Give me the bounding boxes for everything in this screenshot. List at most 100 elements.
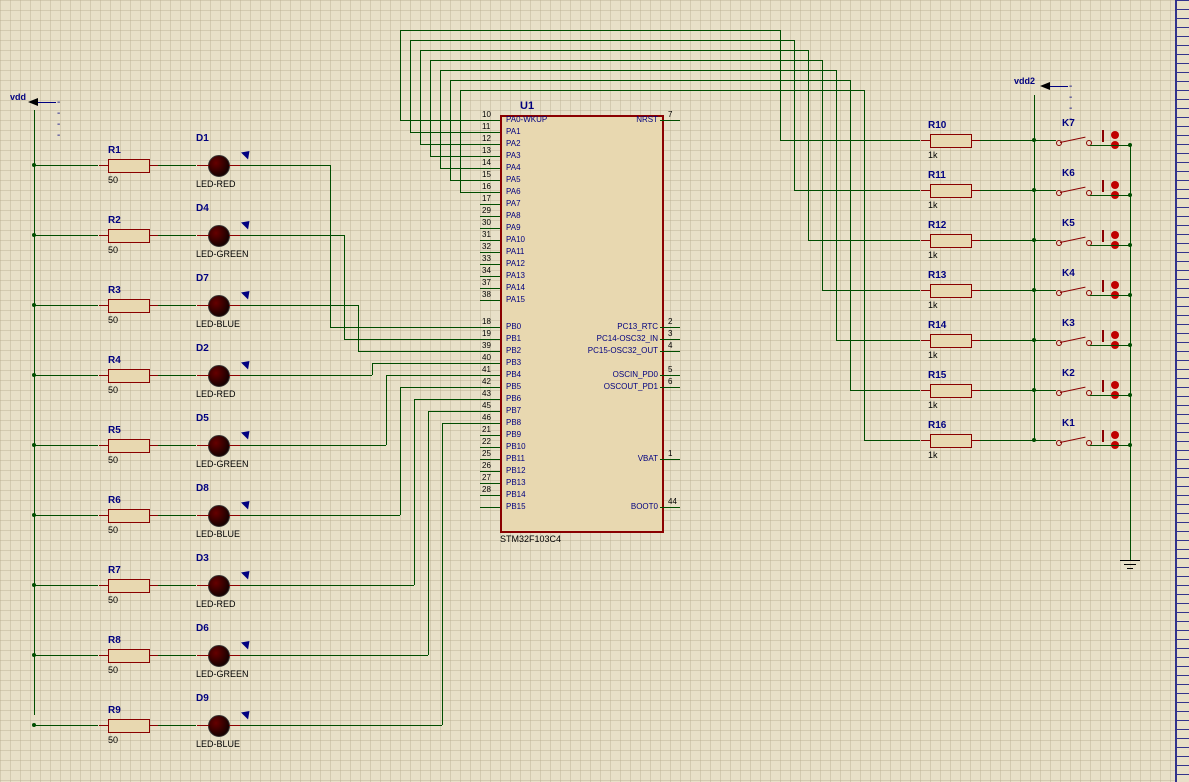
resistor[interactable]: [108, 369, 150, 383]
led[interactable]: [208, 575, 230, 597]
wire: [158, 585, 196, 586]
wire: [330, 327, 480, 328]
wire: [158, 165, 196, 166]
resistor[interactable]: [108, 229, 150, 243]
wire: [480, 144, 500, 145]
pin-name: PA12: [506, 259, 525, 268]
resistor[interactable]: [108, 579, 150, 593]
wire: [420, 50, 421, 144]
wire: [414, 399, 480, 400]
switch[interactable]: [1060, 234, 1090, 236]
wire: [480, 288, 500, 289]
resistor[interactable]: [930, 134, 972, 148]
resistor[interactable]: [108, 159, 150, 173]
wire: [330, 165, 331, 327]
resistor[interactable]: [930, 234, 972, 248]
pin-num: 43: [482, 389, 491, 398]
resistor[interactable]: [108, 439, 150, 453]
pin-num: 5: [668, 365, 672, 374]
switch-ref: K1: [1062, 418, 1075, 429]
wire: [1090, 195, 1130, 196]
wire: [480, 339, 500, 340]
wire: [158, 445, 196, 446]
vdd-right-label: vdd2: [1014, 76, 1035, 86]
schematic-canvas[interactable]: U1 STM32F103C4 // will be populated by m…: [0, 0, 1189, 782]
wire: [1034, 95, 1035, 440]
switch[interactable]: [1060, 434, 1090, 436]
pin-name: PA1: [506, 127, 521, 136]
wire: [280, 165, 330, 166]
junction: [1128, 243, 1132, 247]
pin-num: 11: [482, 122, 490, 131]
ruler-vertical: [1175, 0, 1189, 782]
wire: [480, 399, 500, 400]
wire: [372, 363, 480, 364]
led-ref: D1: [196, 133, 209, 144]
pin-num: 12: [482, 134, 491, 143]
led[interactable]: [208, 435, 230, 457]
wire: [480, 327, 500, 328]
led[interactable]: [208, 715, 230, 737]
resistor-value: 50: [108, 385, 118, 395]
led[interactable]: [208, 225, 230, 247]
led[interactable]: [208, 505, 230, 527]
probe-vdd-left[interactable]: - - - -: [28, 98, 38, 106]
pin-name: PB5: [506, 382, 521, 391]
resistor[interactable]: [930, 284, 972, 298]
wire: [480, 423, 500, 424]
resistor[interactable]: [108, 509, 150, 523]
pin-num: 39: [482, 341, 491, 350]
wire: [794, 40, 795, 190]
led[interactable]: [208, 295, 230, 317]
switch[interactable]: [1060, 284, 1090, 286]
resistor-ref: R9: [108, 705, 121, 716]
probe-vdd-right[interactable]: - - - -: [1040, 82, 1050, 90]
wire: [480, 120, 500, 121]
ic-ref: U1: [520, 100, 534, 112]
pin-num: 15: [482, 170, 491, 179]
wire: [980, 190, 1056, 191]
led[interactable]: [208, 365, 230, 387]
wire: [34, 165, 98, 166]
wire: [480, 204, 500, 205]
junction: [1128, 443, 1132, 447]
resistor[interactable]: [930, 384, 972, 398]
resistor[interactable]: [108, 719, 150, 733]
wire: [480, 240, 500, 241]
led-type: LED-GREEN: [196, 669, 249, 679]
pin-name: PA13: [506, 271, 525, 280]
resistor[interactable]: [108, 299, 150, 313]
switch[interactable]: [1060, 184, 1090, 186]
wire: [240, 375, 280, 376]
switch[interactable]: [1060, 384, 1090, 386]
led-type: LED-RED: [196, 599, 236, 609]
wire: [980, 240, 1056, 241]
wire: [280, 515, 400, 516]
resistor[interactable]: [930, 334, 972, 348]
resistor-ref: R14: [928, 320, 946, 331]
wire: [240, 165, 280, 166]
resistor-value: 50: [108, 665, 118, 675]
wire: [410, 40, 411, 132]
led[interactable]: [208, 155, 230, 177]
switch[interactable]: [1060, 134, 1090, 136]
wire: [980, 140, 1056, 141]
wire: [344, 339, 480, 340]
wire: [400, 387, 480, 388]
wire: [34, 110, 35, 715]
resistor-ref: R5: [108, 425, 121, 436]
pin-name: PA4: [506, 163, 521, 172]
junction: [32, 583, 36, 587]
led[interactable]: [208, 645, 230, 667]
resistor[interactable]: [930, 434, 972, 448]
resistor-value: 1k: [928, 350, 938, 360]
wire: [660, 459, 680, 460]
resistor[interactable]: [108, 649, 150, 663]
pin-name: PA5: [506, 175, 521, 184]
switch[interactable]: [1060, 334, 1090, 336]
junction: [1128, 343, 1132, 347]
pin-num: 21: [482, 425, 491, 434]
resistor[interactable]: [930, 184, 972, 198]
wire: [430, 60, 431, 156]
wire: [980, 340, 1056, 341]
